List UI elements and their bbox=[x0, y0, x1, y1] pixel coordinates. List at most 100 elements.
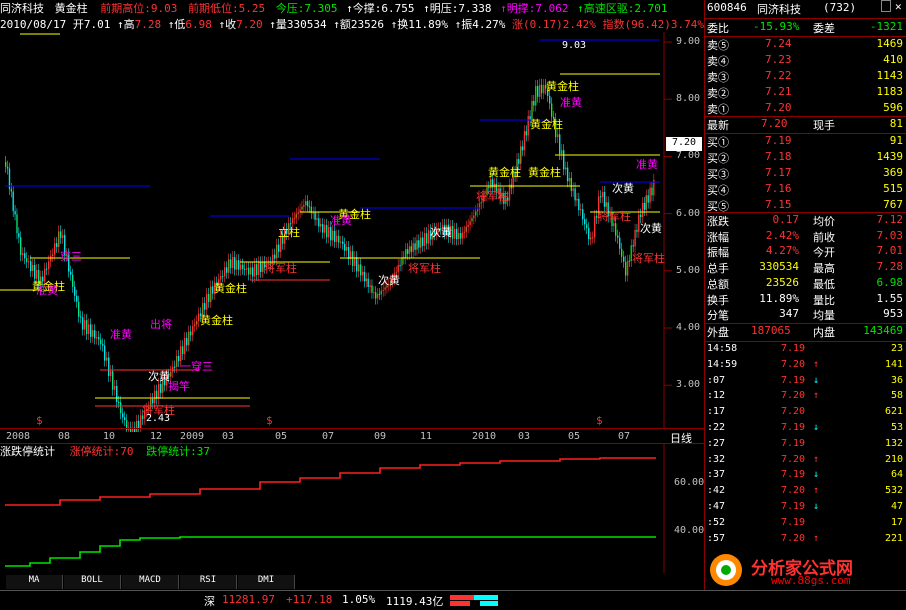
ask-volume: 410 bbox=[883, 53, 903, 66]
tab-macd[interactable]: MACD bbox=[122, 575, 179, 589]
tick-price: 7.20 bbox=[781, 406, 806, 418]
tick-time: 14:59 bbox=[707, 358, 738, 370]
trend-label: ↑高速区驱: bbox=[577, 2, 635, 15]
ask-row[interactable]: 卖③ 7.22 1143 bbox=[705, 69, 906, 86]
market-amount: 1119.43亿 bbox=[386, 595, 444, 608]
bid-row[interactable]: 买② 7.18 1439 bbox=[705, 150, 906, 167]
ask-volume: 1469 bbox=[876, 37, 904, 50]
bid-row[interactable]: 买④ 7.16 515 bbox=[705, 182, 906, 199]
tick-price: 7.20 bbox=[781, 390, 806, 402]
ask-label: 卖② bbox=[707, 87, 729, 100]
indicator-name[interactable]: 黄金柱 bbox=[55, 2, 88, 15]
window-icon[interactable] bbox=[881, 0, 891, 12]
bid-price: 7.17 bbox=[765, 166, 792, 179]
tick-price: 7.19 bbox=[781, 516, 806, 528]
turn-label: ↑换 bbox=[390, 18, 409, 31]
stat-row: 涨幅 2.42% 前收 7.03 bbox=[705, 229, 906, 246]
tick-volume: 210 bbox=[884, 453, 903, 465]
stat-label-2: 最高 bbox=[813, 262, 835, 276]
annotation-label: 将军柱 bbox=[408, 261, 441, 275]
tick-direction-icon: ↑ bbox=[813, 358, 820, 370]
time-axis-label: 05 bbox=[275, 431, 288, 442]
tick-time: :37 bbox=[707, 469, 726, 481]
limit-stat-chart[interactable] bbox=[0, 443, 700, 573]
vol-label: ↑量 bbox=[269, 18, 287, 31]
tick-row: :22 7.19 ↓ 53 bbox=[705, 422, 906, 437]
ask-label: 卖④ bbox=[707, 55, 729, 68]
bid-row[interactable]: 买① 7.19 91 bbox=[705, 134, 906, 151]
bid-label: 买④ bbox=[707, 184, 729, 197]
mini-bar-icon bbox=[450, 595, 498, 606]
stock-name: 同济科技 bbox=[0, 2, 44, 15]
annotation-label: 黄金柱 bbox=[546, 79, 579, 93]
ask-price: 7.21 bbox=[765, 85, 792, 98]
cur-vol-label: 现手 bbox=[813, 119, 835, 132]
tick-time: :57 bbox=[707, 532, 726, 544]
tick-time: :42 bbox=[707, 485, 726, 497]
ask-price: 7.23 bbox=[765, 53, 792, 66]
chart-low-mark: 2.43 bbox=[146, 413, 171, 424]
stat-row: 振幅 4.27% 今开 7.01 bbox=[705, 244, 906, 261]
tick-price: 7.19 bbox=[781, 374, 806, 386]
tick-price: 7.20 bbox=[781, 453, 806, 465]
last-label: 最新 bbox=[707, 119, 729, 132]
kline-chart[interactable]: 黄金柱将军柱黄金柱准黄穿三将军柱黄金柱立柱黄金柱将军柱次黄次黄准黄黄金柱 黄金柱将… bbox=[0, 32, 700, 432]
bid-volume: 369 bbox=[883, 166, 903, 179]
time-axis-label: 2009 bbox=[180, 431, 205, 442]
tick-volume: 53 bbox=[890, 422, 903, 433]
stat-value: 11.89% bbox=[759, 291, 799, 305]
tick-time: :12 bbox=[707, 390, 726, 402]
ind-axis-40: 40.00 bbox=[674, 525, 705, 536]
tick-volume: 23 bbox=[890, 343, 903, 354]
annotation-label: 准黄 bbox=[110, 327, 132, 341]
amp-value: 4.27% bbox=[472, 18, 506, 31]
stat-value-2: 953 bbox=[883, 307, 903, 321]
annotation-label: 次黄 bbox=[430, 225, 452, 239]
tick-direction-icon: ↑ bbox=[813, 485, 820, 497]
stat-label-2: 最低 bbox=[813, 277, 835, 291]
annotation-label: 立柱 bbox=[278, 225, 300, 239]
stat-value-2: 7.03 bbox=[876, 228, 904, 242]
chg-label: 涨 bbox=[511, 18, 523, 31]
kline-grid bbox=[663, 32, 672, 428]
close-icon[interactable]: ✕ bbox=[895, 0, 902, 13]
tick-row: :37 7.19 ↓ 64 bbox=[705, 469, 906, 484]
ask-row[interactable]: 卖⑤ 7.24 1469 bbox=[705, 37, 906, 54]
close-value: 7.20 bbox=[236, 18, 263, 31]
high-label: ↑高 bbox=[116, 18, 135, 31]
signal-marker: $ bbox=[36, 414, 43, 427]
outer-value: 187065 bbox=[751, 324, 791, 337]
ask-price: 7.22 bbox=[765, 69, 792, 82]
tick-price: 7.19 bbox=[781, 422, 806, 433]
tab-dmi[interactable]: DMI bbox=[238, 575, 295, 589]
cur-vol-value: 81 bbox=[889, 117, 903, 130]
stat-value-2: 7.01 bbox=[876, 244, 904, 258]
bid-row[interactable]: 买③ 7.17 369 bbox=[705, 166, 906, 183]
ask-row[interactable]: 卖④ 7.23 410 bbox=[705, 53, 906, 70]
outer-inner-row: 外盘 187065 内盘 143469 bbox=[705, 324, 906, 341]
tab-ma[interactable]: MA bbox=[6, 575, 63, 589]
chart-high-mark: 9.03 bbox=[562, 40, 587, 51]
trend-value: 2.701 bbox=[634, 2, 668, 15]
today-press-label: 今压: bbox=[275, 2, 305, 15]
annotation-label: 黄金柱 bbox=[530, 117, 563, 131]
tick-direction-icon: ↑ bbox=[813, 453, 820, 465]
ask-label: 卖③ bbox=[707, 71, 729, 84]
stat-value-2: 1.55 bbox=[876, 291, 904, 305]
tick-row: :07 7.19 ↓ 36 bbox=[705, 375, 906, 390]
ask-row[interactable]: 卖② 7.21 1183 bbox=[705, 85, 906, 102]
tab-rsi[interactable]: RSI bbox=[180, 575, 237, 589]
axis-divider-top bbox=[0, 428, 704, 429]
time-axis-label: 07 bbox=[322, 431, 335, 442]
stat-label-2: 均价 bbox=[813, 215, 835, 228]
last-value: 7.20 bbox=[761, 117, 788, 130]
stat-label: 分笔 bbox=[707, 309, 729, 323]
today-support-value: 6.755 bbox=[381, 2, 415, 15]
prev-low-label: 前期低位: bbox=[188, 2, 239, 15]
bid-volume: 91 bbox=[889, 134, 903, 147]
tab-boll[interactable]: BOLL bbox=[64, 575, 121, 589]
time-axis-label: 03 bbox=[222, 431, 235, 442]
annotation-label: 准黄 bbox=[330, 213, 352, 227]
outer-label: 外盘 bbox=[707, 326, 729, 339]
tick-volume: 532 bbox=[884, 485, 903, 497]
